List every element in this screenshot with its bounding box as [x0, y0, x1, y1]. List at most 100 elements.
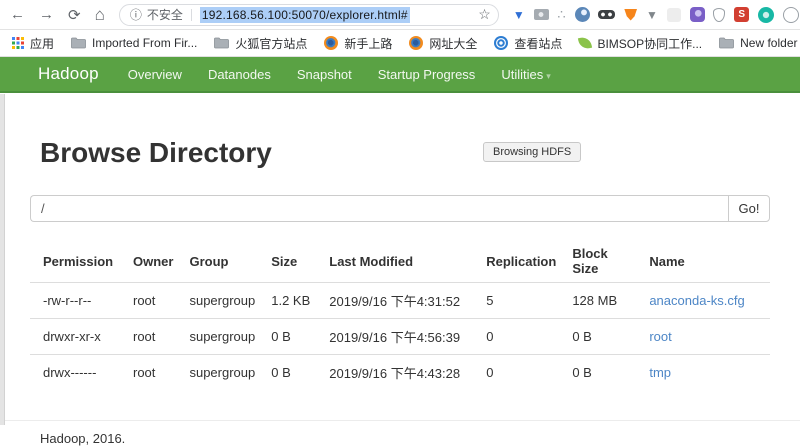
table-header-row: Permission Owner Group Size Last Modifie… [30, 240, 770, 283]
cell-block-size: 128 MB [564, 283, 641, 319]
path-input-group: Go! [30, 195, 770, 222]
col-size: Size [263, 240, 321, 283]
chevron-down-icon: ▾ [546, 71, 551, 81]
folder-icon [214, 37, 229, 49]
bookmarks-bar: 应用 Imported From Fir... 火狐官方站点 新手上路 网址大全… [0, 30, 800, 57]
forward-icon[interactable]: → [39, 6, 54, 23]
navbar-brand[interactable]: Hadoop [38, 64, 99, 84]
bookmark-imported-from-firefox[interactable]: Imported From Fir... [71, 36, 197, 50]
utilities-label: Utilities [501, 67, 543, 82]
navbar-items: Overview Datanodes Snapshot Startup Prog… [115, 67, 564, 82]
address-bar[interactable]: ⓘ 不安全 192.168.56.100:50070/explorer.html… [119, 4, 499, 26]
info-icon[interactable]: ⓘ [130, 6, 142, 23]
cell-permission: -rw-r--r-- [30, 283, 125, 319]
bookmark-label: Imported From Fir... [92, 36, 197, 50]
cell-group: supergroup [181, 283, 263, 319]
firefox-icon [409, 36, 423, 50]
col-permission: Permission [30, 240, 125, 283]
bookmark-new-folder[interactable]: New folder [719, 36, 797, 50]
browsing-hdfs-button[interactable]: Browsing HDFS [483, 142, 581, 162]
cell-group: supergroup [181, 355, 263, 391]
table-row: -rw-r--r-- root supergroup 1.2 KB 2019/9… [30, 283, 770, 319]
sitemap-extension-icon[interactable]: ∴ [557, 7, 565, 23]
file-link[interactable]: anaconda-ks.cfg [649, 293, 744, 308]
back-icon[interactable]: ← [10, 6, 25, 23]
security-label: 不安全 [147, 6, 183, 23]
bookmark-bimsop[interactable]: BIMSOP协同工作... [579, 35, 702, 52]
blue-circle-extension-icon[interactable] [575, 7, 590, 22]
directory-table: Permission Owner Group Size Last Modifie… [30, 240, 770, 390]
col-block-size: Block Size [564, 240, 641, 283]
cell-group: supergroup [181, 319, 263, 355]
home-icon[interactable]: ⌂ [95, 5, 105, 25]
apps-grid-icon [12, 37, 24, 49]
cell-replication: 0 [478, 319, 564, 355]
partial-circle-extension-icon[interactable] [783, 7, 799, 23]
go-button[interactable]: Go! [728, 195, 770, 222]
nav-item-snapshot[interactable]: Snapshot [284, 67, 365, 82]
nav-item-datanodes[interactable]: Datanodes [195, 67, 284, 82]
purple-swirl-extension-icon[interactable] [690, 7, 705, 22]
cell-permission: drwx------ [30, 355, 125, 391]
shield-extension-icon[interactable] [713, 8, 725, 22]
bookmark-label: 新手上路 [344, 35, 392, 52]
blank-extension-icon[interactable] [667, 8, 681, 22]
path-input[interactable] [30, 195, 728, 222]
footer-text: Hadoop, 2016. [40, 431, 770, 446]
cell-name: anaconda-ks.cfg [641, 283, 770, 319]
gray-chevron-extension-icon[interactable]: ▼ [646, 8, 658, 22]
table-row: drwxr-xr-x root supergroup 0 B 2019/9/16… [30, 319, 770, 355]
bookmark-star-icon[interactable]: ☆ [478, 6, 491, 23]
col-group: Group [181, 240, 263, 283]
table-row: drwx------ root supergroup 0 B 2019/9/16… [30, 355, 770, 391]
teal-circle-extension-icon[interactable] [758, 7, 774, 23]
cell-owner: root [125, 319, 181, 355]
col-owner: Owner [125, 240, 181, 283]
cell-owner: root [125, 283, 181, 319]
mask-extension-icon[interactable] [598, 10, 615, 19]
bookmark-label: New folder [740, 36, 797, 50]
cell-size: 0 B [263, 355, 321, 391]
bookmark-label: 查看站点 [514, 35, 562, 52]
browser-toolbar: ← → ⟳ ⌂ ⓘ 不安全 192.168.56.100:50070/explo… [0, 0, 800, 30]
blue-site-icon [494, 36, 508, 50]
explorer-page: Browse Directory Browsing HDFS Go! Permi… [0, 93, 800, 424]
bookmark-site-directory[interactable]: 网址大全 [409, 35, 477, 52]
nav-item-utilities[interactable]: Utilities▾ [488, 67, 563, 82]
cell-name: root [641, 319, 770, 355]
reload-icon[interactable]: ⟳ [68, 6, 81, 24]
bookmark-firefox-official[interactable]: 火狐官方站点 [214, 35, 307, 52]
nav-item-overview[interactable]: Overview [115, 67, 195, 82]
window-left-edge [0, 94, 5, 425]
bookmark-view-site[interactable]: 查看站点 [494, 35, 562, 52]
leaf-icon [578, 36, 592, 50]
folder-icon [71, 37, 86, 49]
cell-replication: 0 [478, 355, 564, 391]
cell-last-modified: 2019/9/16 下午4:31:52 [321, 283, 478, 319]
cell-block-size: 0 B [564, 319, 641, 355]
cell-last-modified: 2019/9/16 下午4:43:28 [321, 355, 478, 391]
cell-size: 0 B [263, 319, 321, 355]
bookmark-getting-started[interactable]: 新手上路 [324, 35, 392, 52]
nav-item-startup-progress[interactable]: Startup Progress [365, 67, 489, 82]
col-replication: Replication [478, 240, 564, 283]
bookmark-apps[interactable]: 应用 [12, 35, 54, 52]
folder-icon [719, 37, 734, 49]
address-divider [191, 9, 192, 21]
url-text[interactable]: 192.168.56.100:50070/explorer.html# [200, 7, 410, 23]
col-name: Name [641, 240, 770, 283]
camera-extension-icon[interactable] [534, 9, 549, 20]
red-s-extension-icon[interactable]: S [734, 7, 749, 22]
cell-size: 1.2 KB [263, 283, 321, 319]
dir-link[interactable]: root [649, 329, 671, 344]
cell-block-size: 0 B [564, 355, 641, 391]
page-title: Browse Directory [30, 93, 770, 169]
bookmark-label: 火狐官方站点 [235, 35, 307, 52]
dir-link[interactable]: tmp [649, 365, 671, 380]
blue-v-extension-icon[interactable]: ▼ [513, 8, 525, 22]
cell-replication: 5 [478, 283, 564, 319]
cell-last-modified: 2019/9/16 下午4:56:39 [321, 319, 478, 355]
fox-extension-icon[interactable] [624, 9, 637, 21]
bookmark-label: 应用 [30, 35, 54, 52]
bookmark-label: BIMSOP协同工作... [597, 35, 702, 52]
